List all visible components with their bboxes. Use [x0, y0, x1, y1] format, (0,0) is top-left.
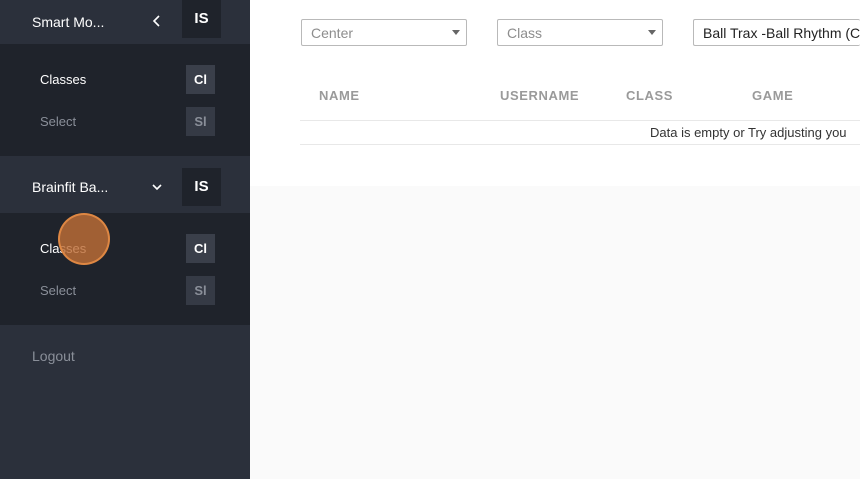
center-select[interactable]: Center	[301, 19, 467, 46]
table-header: NAME USERNAME CLASS GAME	[300, 76, 860, 121]
caret-down-icon	[452, 30, 460, 35]
group-badge: IS	[182, 0, 221, 38]
sidebar-group-brainfit[interactable]: Brainfit Ba... IS	[0, 158, 250, 213]
item-badge: Sl	[186, 107, 215, 136]
logout-link[interactable]: Logout	[32, 345, 75, 367]
column-header-game[interactable]: GAME	[752, 76, 793, 120]
item-badge: Cl	[186, 234, 215, 263]
chevron-down-icon[interactable]	[148, 178, 166, 196]
game-select[interactable]: Ball Trax -Ball Rhythm (C	[693, 19, 860, 46]
empty-message: Data is empty or Try adjusting you	[650, 125, 847, 140]
sidebar-subpanel: Classes Cl Select Sl	[0, 44, 250, 156]
table-empty-row: Data is empty or Try adjusting you	[300, 121, 860, 145]
sidebar-item-label: Classes	[40, 72, 87, 87]
group-badge: IS	[182, 168, 221, 206]
sidebar-item-select[interactable]: Select Sl	[0, 270, 250, 312]
sidebar: Smart Mo... IS Classes Cl Select Sl Brai…	[0, 0, 250, 479]
sidebar-item-classes[interactable]: Classes Cl	[0, 228, 250, 270]
main-content: Center Class Ball Trax -Ball Rhythm (C N…	[250, 0, 860, 479]
center-select-value: Center	[311, 25, 354, 41]
column-header-name[interactable]: NAME	[319, 76, 360, 120]
game-select-value: Ball Trax -Ball Rhythm (C	[703, 25, 860, 41]
sidebar-group-title: Smart Mo...	[32, 14, 105, 30]
column-header-username[interactable]: USERNAME	[500, 76, 579, 120]
column-header-class[interactable]: CLASS	[626, 76, 673, 120]
sidebar-item-label: Select	[40, 283, 77, 298]
caret-down-icon	[648, 30, 656, 35]
sidebar-group-smart-mo[interactable]: Smart Mo... IS	[0, 0, 250, 44]
class-select-value: Class	[507, 25, 543, 41]
item-badge: Sl	[186, 276, 215, 305]
item-badge: Cl	[186, 65, 215, 94]
sidebar-item-select[interactable]: Select Sl	[0, 101, 250, 143]
class-select[interactable]: Class	[497, 19, 663, 46]
sidebar-group-title: Brainfit Ba...	[32, 179, 109, 195]
sidebar-item-label: Classes	[40, 241, 87, 256]
sidebar-subpanel: Classes Cl Select Sl	[0, 213, 250, 325]
sidebar-item-label: Select	[40, 114, 77, 129]
report-card: Center Class Ball Trax -Ball Rhythm (C N…	[250, 0, 860, 186]
sidebar-item-classes[interactable]: Classes Cl	[0, 59, 250, 101]
chevron-left-icon[interactable]	[148, 12, 166, 30]
